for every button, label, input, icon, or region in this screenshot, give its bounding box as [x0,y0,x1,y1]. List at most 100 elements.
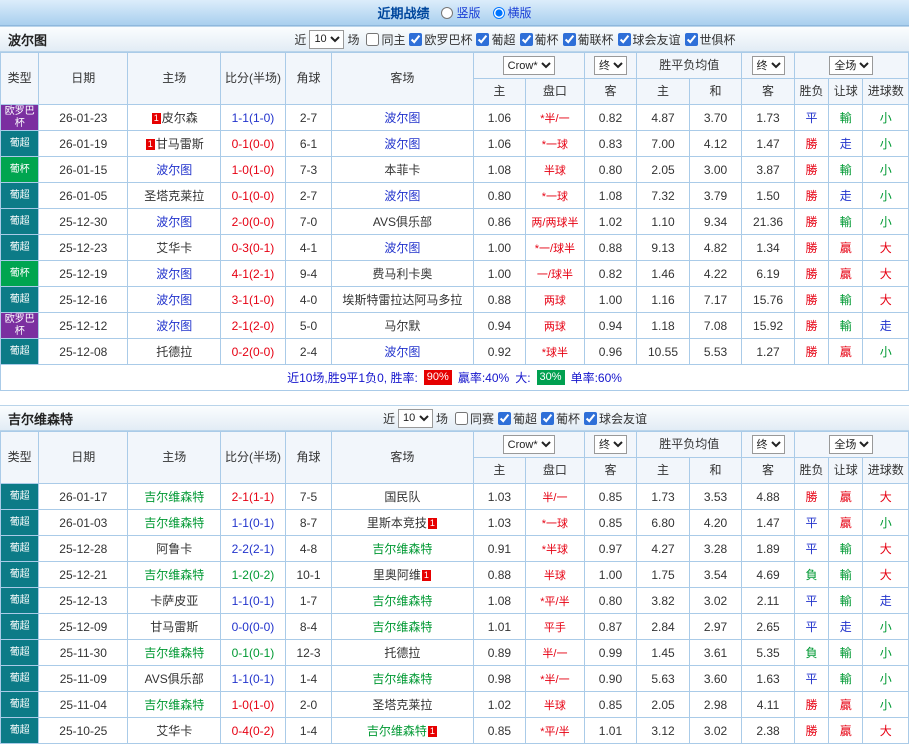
col-avg-home: 主 [636,457,690,484]
team-link[interactable]: 托德拉 [156,345,192,359]
team-link[interactable]: 波尔图 [156,319,192,333]
col-avg-title: 胜平负均值 [636,52,743,79]
avg-home-odds: 1.46 [636,260,690,287]
avg-away-odds: 1.63 [741,665,795,692]
final-select-2[interactable]: 终 [751,435,785,454]
filter-option[interactable]: 葡联杯 [559,31,614,48]
team-link[interactable]: 圣塔克莱拉 [372,698,432,712]
team-link[interactable]: 托德拉 [384,646,420,660]
team-link[interactable]: 皮尔森 [162,111,198,125]
filter-checkbox[interactable] [541,411,555,425]
team-link[interactable]: 艾华卡 [156,724,192,738]
team-link[interactable]: 波尔图 [384,345,420,359]
team-link[interactable]: 吉尔维森特 [144,516,204,530]
team-link[interactable]: 吉尔维森特 [372,672,432,686]
vertical-radio[interactable] [441,6,454,19]
result-wdl: 負 [793,639,830,666]
filter-checkbox[interactable] [366,32,380,46]
team-link[interactable]: 里斯本竞技 [367,516,427,530]
team-link[interactable]: AVS俱乐部 [145,672,204,686]
view-option-vertical[interactable]: 竖版 [441,4,481,21]
team-link[interactable]: 吉尔维森特 [144,646,204,660]
filter-checkbox[interactable] [684,32,698,46]
odds-source-select[interactable]: Crow* [502,435,555,454]
match-count-select[interactable]: 10 [397,408,433,428]
home-team: 吉尔维森特 [127,561,222,588]
filter-option[interactable]: 球会友谊 [580,410,647,427]
avg-home-odds: 2.05 [636,691,690,718]
filter-checkbox[interactable] [454,411,468,425]
result-wdl: 負 [793,561,830,588]
team-link[interactable]: 甘马雷斯 [156,137,204,151]
filter-option[interactable]: 欧罗巴杯 [405,31,472,48]
filter-option[interactable]: 葡杯 [537,410,580,427]
result-goals: 大 [862,561,909,588]
team-name[interactable]: 波尔图 [8,30,118,49]
corner-score: 5-0 [284,312,333,339]
team-link[interactable]: 波尔图 [156,267,192,281]
team-link[interactable]: 吉尔维森特 [144,568,204,582]
filter-option[interactable]: 世俱杯 [681,31,736,48]
team-link[interactable]: 波尔图 [156,163,192,177]
team-link[interactable]: 里奥阿维 [373,568,421,582]
team-link[interactable]: 波尔图 [384,241,420,255]
view-option-horizontal[interactable]: 横版 [492,4,532,21]
odds-source-select[interactable]: Crow* [502,56,555,75]
avg-draw-odds: 3.54 [688,561,743,588]
horizontal-radio[interactable] [492,6,505,19]
team-link[interactable]: 波尔图 [156,293,192,307]
avg-away-odds: 1.47 [741,130,795,157]
team-link[interactable]: 本菲卡 [384,163,420,177]
match-row: 葡超 25-12-23 艾华卡 0-3(0-1) 4-1 波尔图 1.00 *一/球半 0.88… [0,234,909,261]
filter-option[interactable]: 同赛 [451,410,494,427]
filter-checkbox[interactable] [562,32,576,46]
avg-away-odds: 3.87 [741,156,795,183]
team-link[interactable]: 阿鲁卡 [156,542,192,556]
filter-checkbox[interactable] [519,32,533,46]
team-link[interactable]: 吉尔维森特 [144,698,204,712]
filter-checkbox[interactable] [617,32,631,46]
scope-select[interactable]: 全场 [829,56,874,75]
col-score: 比分(半场) [220,52,286,105]
avg-home-odds: 10.55 [636,338,690,365]
final-select-2[interactable]: 终 [751,56,785,75]
filter-option[interactable]: 葡杯 [516,31,559,48]
team-link[interactable]: 吉尔维森特 [144,490,204,504]
team-link[interactable]: 埃斯特雷拉达阿马多拉 [342,293,462,307]
scope-select[interactable]: 全场 [829,435,874,454]
team-link[interactable]: 波尔图 [384,189,420,203]
filter-option[interactable]: 葡超 [472,31,516,48]
team-link[interactable]: 马尔默 [384,319,420,333]
team-name[interactable]: 吉尔维森特 [8,409,118,428]
team-link[interactable]: 吉尔维森特 [372,620,432,634]
filter-option[interactable]: 球会友谊 [614,31,681,48]
odds-away: 0.88 [583,234,638,261]
final-select[interactable]: 终 [593,435,627,454]
team-link[interactable]: 艾华卡 [156,241,192,255]
final-select[interactable]: 终 [593,56,627,75]
team-link[interactable]: 吉尔维森特 [372,594,432,608]
filter-checkbox[interactable] [584,411,598,425]
team-link[interactable]: 波尔图 [384,111,420,125]
team-link[interactable]: 波尔图 [156,215,192,229]
match-count-select[interactable]: 10 [309,29,345,49]
result-goals: 小 [862,665,909,692]
team-link[interactable]: AVS俱乐部 [373,215,432,229]
result-handicap: 輸 [828,535,864,562]
filter-option[interactable]: 同主 [362,31,405,48]
filter-option[interactable]: 葡超 [494,410,537,427]
team-link[interactable]: 吉尔维森特 [372,542,432,556]
team-link[interactable]: 甘马雷斯 [150,620,198,634]
team-link[interactable]: 波尔图 [384,137,420,151]
team-link[interactable]: 卡萨皮亚 [150,594,198,608]
filter-checkbox[interactable] [476,32,490,46]
team-link[interactable]: 国民队 [384,490,420,504]
team-link[interactable]: 吉尔维森特 [367,724,427,738]
filter-checkbox[interactable] [498,411,511,425]
filter-checkbox[interactable] [409,32,423,46]
match-type-badge: 葡杯 [0,260,40,287]
match-score: 2-0(0-0) [220,208,286,235]
team-link[interactable]: 费马利卡奥 [372,267,432,281]
match-score: 1-1(0-1) [220,587,286,614]
team-link[interactable]: 圣塔克莱拉 [144,189,204,203]
